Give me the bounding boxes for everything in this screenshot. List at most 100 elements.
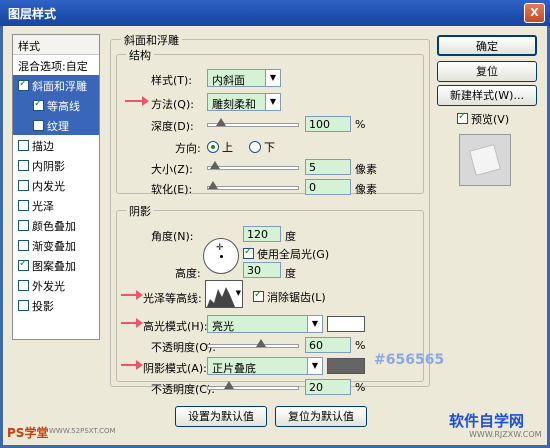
- checkbox-checked-icon[interactable]: [33, 98, 44, 111]
- annotation-arrow: [125, 96, 149, 106]
- shading-title: 阴影: [126, 203, 154, 219]
- style-list-item[interactable]: 内发光: [13, 175, 99, 195]
- crosshair-icon: ✛: [216, 243, 224, 253]
- new-style-button[interactable]: 新建样式(W)...: [437, 85, 537, 106]
- watermark-right: 软件自学网: [449, 412, 525, 430]
- shadow-mode-select[interactable]: 正片叠底 ▼: [207, 357, 323, 375]
- style-label: 样式(T):: [151, 74, 193, 87]
- style-list-item-label: 光泽: [32, 200, 54, 213]
- structure-title: 结构: [126, 47, 154, 63]
- highlight-mode-value: 亮光: [212, 320, 234, 333]
- altitude-unit: 度: [285, 267, 296, 280]
- altitude-input[interactable]: 30: [243, 262, 281, 278]
- style-list-item[interactable]: 纹理: [13, 115, 99, 135]
- highlight-mode-select[interactable]: 亮光 ▼: [207, 315, 323, 333]
- technique-value: 雕刻柔和: [212, 98, 256, 111]
- style-list-item-label: 等高线: [47, 100, 80, 113]
- chevron-down-icon: ▼: [265, 70, 280, 86]
- style-list-item[interactable]: 颜色叠加: [13, 215, 99, 235]
- checkbox-unchecked-icon[interactable]: [18, 280, 29, 291]
- angle-dial[interactable]: ✛: [203, 238, 239, 274]
- depth-slider[interactable]: [207, 118, 299, 127]
- size-slider-thumb[interactable]: [209, 161, 220, 169]
- highlight-color-swatch[interactable]: [327, 316, 365, 332]
- style-list-item[interactable]: 内阴影: [13, 155, 99, 175]
- checkbox-unchecked-icon[interactable]: [18, 220, 29, 231]
- chevron-down-icon: ▼: [307, 358, 322, 374]
- shadow-color-annotation: #656565: [374, 352, 445, 368]
- size-slider[interactable]: [207, 161, 299, 170]
- shadow-opacity-input[interactable]: 20: [305, 379, 351, 395]
- make-default-button[interactable]: 设置为默认值: [175, 406, 267, 427]
- angle-unit: 度: [285, 230, 296, 243]
- checkbox-unchecked-icon[interactable]: [18, 180, 29, 191]
- checkbox-unchecked-icon[interactable]: [18, 200, 29, 211]
- radio-checked-icon: [207, 141, 219, 153]
- shadow-opacity-thumb[interactable]: [224, 381, 234, 389]
- altitude-label: 高度:: [175, 267, 201, 280]
- close-button[interactable]: X: [524, 3, 545, 23]
- soften-slider-thumb[interactable]: [208, 181, 218, 189]
- direction-up-radio[interactable]: 上: [207, 139, 233, 155]
- antialias-checkbox[interactable]: 消除锯齿(L): [253, 289, 326, 305]
- shadow-color-swatch[interactable]: [327, 358, 365, 374]
- shadow-mode-value: 正片叠底: [212, 362, 256, 375]
- reset-default-button[interactable]: 复位为默认值: [275, 406, 367, 427]
- style-list-item[interactable]: 斜面和浮雕: [13, 75, 99, 95]
- style-list-item[interactable]: 投影: [13, 295, 99, 315]
- checkbox-checked-icon: [243, 246, 254, 259]
- direction-down-radio[interactable]: 下: [249, 139, 275, 155]
- depth-input[interactable]: 100: [305, 116, 351, 132]
- style-select[interactable]: 内斜面 ▼: [207, 69, 281, 87]
- highlight-opacity-input[interactable]: 60: [305, 337, 351, 353]
- ok-button[interactable]: 确定: [437, 35, 537, 56]
- highlight-opacity-thumb[interactable]: [256, 339, 266, 347]
- gloss-contour-picker[interactable]: ▼: [205, 280, 243, 308]
- technique-select[interactable]: 雕刻柔和 ▼: [207, 93, 281, 111]
- style-list-item-label: 描边: [32, 140, 54, 153]
- depth-unit: %: [355, 118, 366, 131]
- soften-input[interactable]: 0: [305, 179, 351, 195]
- style-list-item[interactable]: 渐变叠加: [13, 235, 99, 255]
- style-list-item[interactable]: 混合选项:自定: [13, 55, 99, 75]
- preview-swatch: [469, 144, 501, 176]
- annotation-arrow: [121, 360, 143, 370]
- checkbox-unchecked-icon[interactable]: [33, 120, 44, 131]
- style-list-item[interactable]: 等高线: [13, 95, 99, 115]
- gloss-contour-label: 光泽等高线:: [143, 292, 202, 305]
- technique-label: 方法(Q):: [151, 98, 194, 111]
- size-input[interactable]: 5: [305, 159, 351, 175]
- highlight-opacity-slider[interactable]: [207, 339, 299, 348]
- preview-checkbox[interactable]: 预览(V): [457, 111, 509, 127]
- chevron-down-icon: ▼: [265, 94, 280, 110]
- style-list-item[interactable]: 图案叠加: [13, 255, 99, 275]
- checkbox-checked-icon: [457, 111, 468, 124]
- depth-label: 深度(D):: [151, 120, 194, 133]
- soften-slider[interactable]: [207, 181, 299, 190]
- style-list-item[interactable]: 外发光: [13, 275, 99, 295]
- checkbox-unchecked-icon[interactable]: [18, 300, 29, 311]
- global-light-checkbox[interactable]: 使用全局光(G): [243, 246, 329, 262]
- checkbox-unchecked-icon[interactable]: [18, 160, 29, 171]
- style-list-item-label: 投影: [32, 300, 54, 313]
- depth-slider-thumb[interactable]: [216, 118, 226, 126]
- shadow-opacity-label: 不透明度(C):: [151, 383, 215, 396]
- styles-list-header[interactable]: 样式: [13, 35, 99, 55]
- checkbox-checked-icon[interactable]: [18, 258, 29, 271]
- shadow-opacity-slider[interactable]: [207, 381, 299, 390]
- reset-button[interactable]: 复位: [437, 61, 537, 82]
- watermark-right-url: WWW.RJZXW.COM: [469, 430, 542, 439]
- title-bar: 图层样式 X: [0, 0, 550, 26]
- contour-curve-icon: [207, 287, 235, 307]
- style-list-item-label: 外发光: [32, 280, 65, 293]
- style-list-item[interactable]: 光泽: [13, 195, 99, 215]
- checkbox-unchecked-icon[interactable]: [18, 140, 29, 151]
- checkbox-checked-icon[interactable]: [18, 78, 29, 91]
- radio-unchecked-icon: [249, 141, 261, 153]
- style-list-item-label: 混合选项:自定: [18, 60, 88, 73]
- styles-list: 样式 混合选项:自定斜面和浮雕等高线纹理描边内阴影内发光光泽颜色叠加渐变叠加图案…: [12, 34, 100, 340]
- checkbox-unchecked-icon[interactable]: [18, 240, 29, 251]
- style-list-item-label: 内发光: [32, 180, 65, 193]
- angle-input[interactable]: 120: [243, 226, 281, 242]
- style-list-item[interactable]: 描边: [13, 135, 99, 155]
